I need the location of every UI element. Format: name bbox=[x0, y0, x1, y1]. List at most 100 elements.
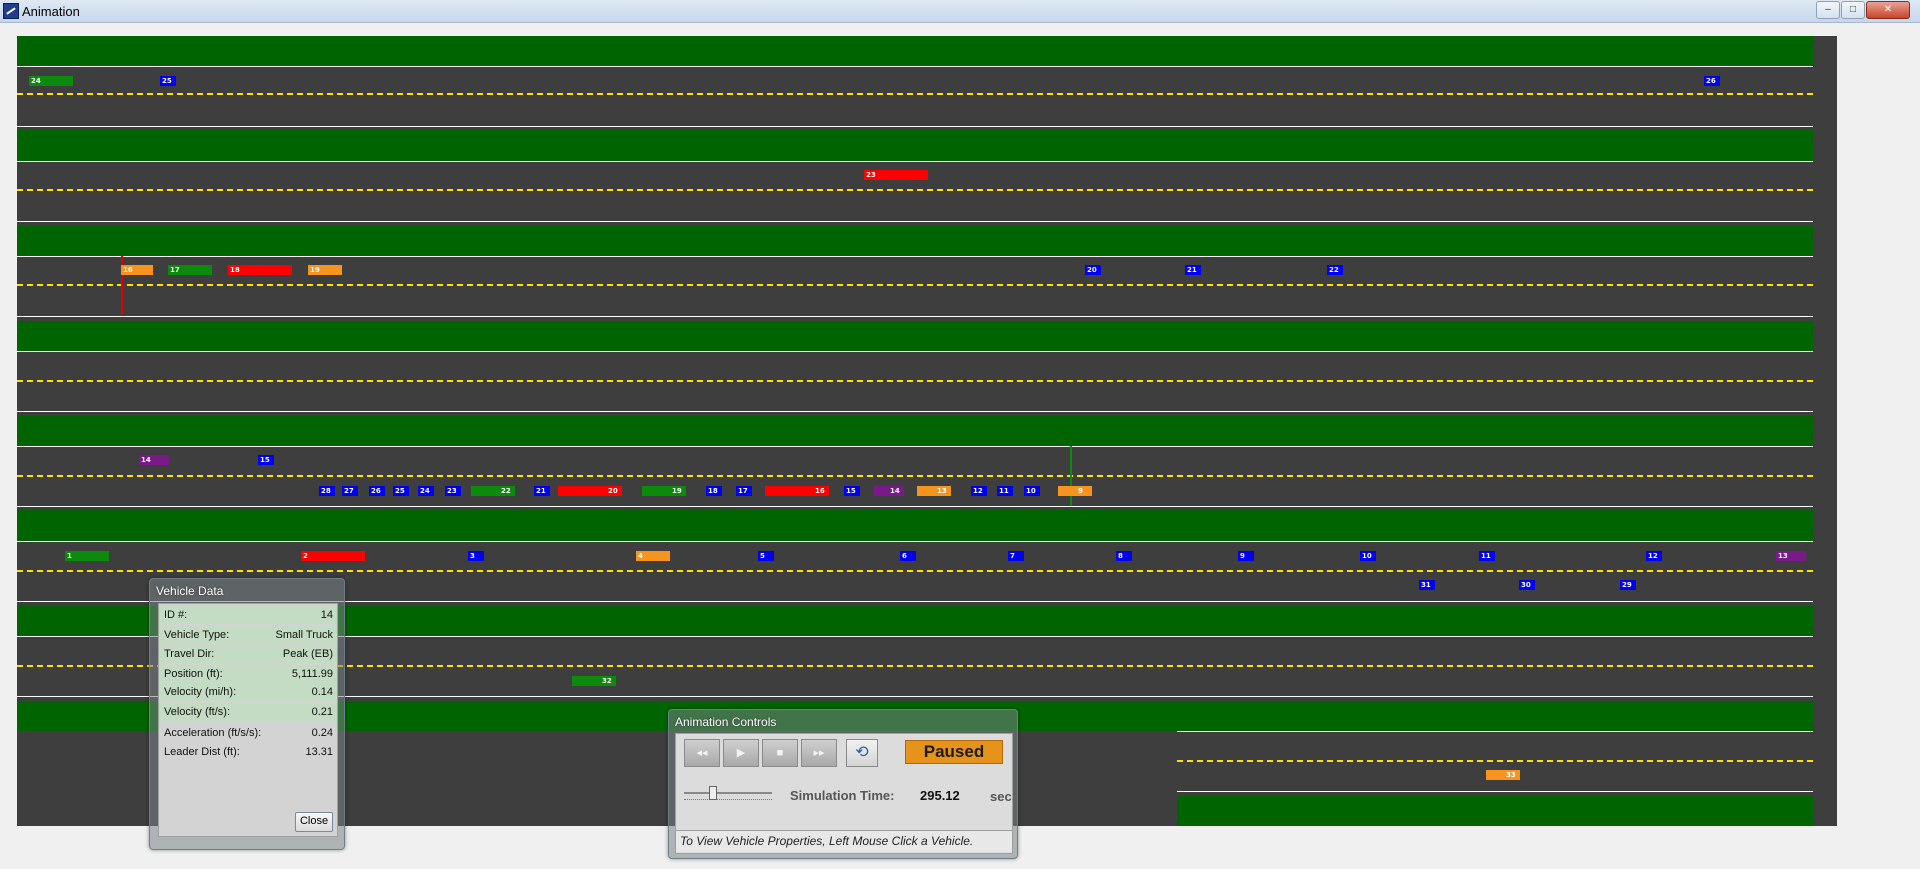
lane-edge bbox=[17, 66, 1813, 67]
row-value: 0.24 bbox=[311, 727, 333, 739]
lane-edge bbox=[17, 411, 1813, 412]
vehicle[interactable]: 11 bbox=[1479, 551, 1495, 561]
grass-strip bbox=[17, 226, 1813, 256]
row-value: 0.21 bbox=[311, 706, 333, 718]
fast-forward-button[interactable]: ▸▸ bbox=[801, 739, 837, 767]
vehicle[interactable]: 20 bbox=[558, 486, 622, 496]
vehicle[interactable]: 17 bbox=[168, 265, 212, 275]
row-label: Acceleration (ft/s/s): bbox=[164, 727, 262, 739]
row-label: Leader Dist (ft): bbox=[164, 746, 240, 758]
center-line bbox=[17, 380, 1813, 382]
vehicle[interactable]: 4 bbox=[636, 551, 670, 561]
vehicle[interactable]: 21 bbox=[534, 486, 550, 496]
close-window-button[interactable]: ✕ bbox=[1866, 1, 1910, 19]
vehicle[interactable]: 26 bbox=[1704, 76, 1720, 86]
rewind-button[interactable]: ◂◂ bbox=[684, 739, 720, 767]
center-line bbox=[17, 284, 1813, 286]
grass-strip bbox=[17, 510, 1813, 541]
vehicle[interactable]: 9 bbox=[1058, 486, 1092, 496]
vehicle[interactable]: 21 bbox=[1185, 265, 1201, 275]
center-line bbox=[17, 475, 1813, 477]
vehicle-data-row: Leader Dist (ft): 13.31 bbox=[159, 743, 337, 761]
vehicle[interactable]: 22 bbox=[471, 486, 515, 496]
vehicle-data-panel[interactable]: Vehicle Data ID #: 14 Vehicle Type: Smal… bbox=[149, 578, 345, 850]
vehicle[interactable]: 24 bbox=[418, 486, 434, 496]
grass-strip bbox=[17, 321, 1813, 351]
vehicle[interactable]: 15 bbox=[258, 455, 274, 465]
vehicle[interactable]: 6 bbox=[900, 551, 916, 561]
vehicle[interactable]: 18 bbox=[706, 486, 722, 496]
row-value: Small Truck bbox=[275, 629, 333, 641]
vehicle[interactable]: 2 bbox=[301, 551, 365, 561]
rewind-icon: ◂◂ bbox=[696, 747, 708, 759]
center-line bbox=[1177, 760, 1813, 762]
vehicle[interactable]: 3 bbox=[468, 551, 484, 561]
vehicle[interactable]: 29 bbox=[1620, 580, 1636, 590]
simulation-time-label: Simulation Time: bbox=[790, 788, 895, 803]
vehicle[interactable]: 24 bbox=[29, 76, 73, 86]
vehicle[interactable]: 13 bbox=[1776, 551, 1806, 561]
window-title: Animation bbox=[22, 4, 80, 19]
slider-ticks bbox=[684, 799, 772, 803]
vehicle[interactable]: 20 bbox=[1085, 265, 1101, 275]
vehicle[interactable]: 13 bbox=[917, 486, 951, 496]
vehicle[interactable]: 5 bbox=[758, 551, 774, 561]
minimize-button[interactable]: ‒ bbox=[1816, 1, 1840, 19]
lane-edge bbox=[17, 221, 1813, 222]
vehicle[interactable]: 10 bbox=[1360, 551, 1376, 561]
vehicle[interactable]: 8 bbox=[1116, 551, 1132, 561]
vehicle[interactable]: 23 bbox=[864, 170, 928, 180]
vehicle[interactable]: 28 bbox=[319, 486, 335, 496]
row-label: Vehicle Type: bbox=[164, 629, 230, 641]
vehicle[interactable]: 9 bbox=[1238, 551, 1254, 561]
vehicle[interactable]: 25 bbox=[393, 486, 409, 496]
vehicle-data-row: Velocity (ft/s): 0.21 bbox=[159, 703, 337, 721]
vehicle[interactable]: 30 bbox=[1519, 580, 1535, 590]
lane-edge bbox=[17, 351, 1813, 352]
play-icon: ▶ bbox=[736, 747, 746, 759]
vehicle[interactable]: 10 bbox=[1024, 486, 1040, 496]
vehicle[interactable]: 11 bbox=[997, 486, 1013, 496]
lane-edge bbox=[17, 316, 1813, 317]
vehicle[interactable]: 27 bbox=[342, 486, 358, 496]
vehicle[interactable]: 19 bbox=[642, 486, 686, 496]
vehicle[interactable]: 1 bbox=[65, 551, 109, 561]
maximize-button[interactable]: □ bbox=[1841, 1, 1865, 19]
vehicle-data-row: Position (ft): 5,111.99 bbox=[159, 665, 337, 683]
vehicle-data-row: Vehicle Type: Small Truck bbox=[159, 626, 337, 644]
row-value: 13.31 bbox=[305, 746, 333, 758]
vehicle[interactable]: 16 bbox=[121, 265, 153, 275]
vehicle[interactable]: 12 bbox=[1646, 551, 1662, 561]
vehicle[interactable]: 18 bbox=[228, 265, 292, 275]
lane-edge bbox=[17, 506, 1813, 507]
vehicle[interactable]: 32 bbox=[572, 676, 616, 686]
stop-button[interactable]: ■ bbox=[762, 739, 798, 767]
grass-strip bbox=[17, 36, 1813, 66]
vehicle[interactable]: 22 bbox=[1327, 265, 1343, 275]
vehicle[interactable]: 33 bbox=[1486, 770, 1520, 780]
vehicle[interactable]: 19 bbox=[308, 265, 342, 275]
vehicle[interactable]: 17 bbox=[736, 486, 752, 496]
speed-slider[interactable] bbox=[684, 786, 772, 802]
vehicle[interactable]: 25 bbox=[160, 76, 176, 86]
vehicle[interactable]: 14 bbox=[139, 455, 169, 465]
animation-controls-body: ◂◂ ▶ ■ ▸▸ ⟲ Paused Simulation Time: 295.… bbox=[675, 733, 1013, 854]
lane-edge bbox=[17, 126, 1813, 127]
vehicle[interactable]: 31 bbox=[1419, 580, 1435, 590]
vehicle[interactable]: 26 bbox=[369, 486, 385, 496]
reset-button[interactable]: ⟲ bbox=[846, 739, 878, 767]
center-line bbox=[17, 570, 1813, 572]
vehicle-data-close-button[interactable]: Close bbox=[295, 812, 333, 832]
vehicle[interactable]: 23 bbox=[445, 486, 461, 496]
vehicle-data-row: Velocity (mi/h): 0.14 bbox=[159, 683, 337, 701]
play-button[interactable]: ▶ bbox=[723, 739, 759, 767]
vehicle[interactable]: 14 bbox=[874, 486, 904, 496]
lane-edge bbox=[1177, 731, 1813, 732]
vehicle[interactable]: 16 bbox=[765, 486, 829, 496]
slider-thumb[interactable] bbox=[709, 786, 717, 800]
vehicle[interactable]: 7 bbox=[1008, 551, 1024, 561]
vehicle[interactable]: 15 bbox=[844, 486, 860, 496]
animation-controls-panel[interactable]: Animation Controls ◂◂ ▶ ■ ▸▸ ⟲ Paused Si… bbox=[668, 709, 1018, 859]
vehicle[interactable]: 12 bbox=[971, 486, 987, 496]
row-value: 14 bbox=[320, 609, 333, 621]
